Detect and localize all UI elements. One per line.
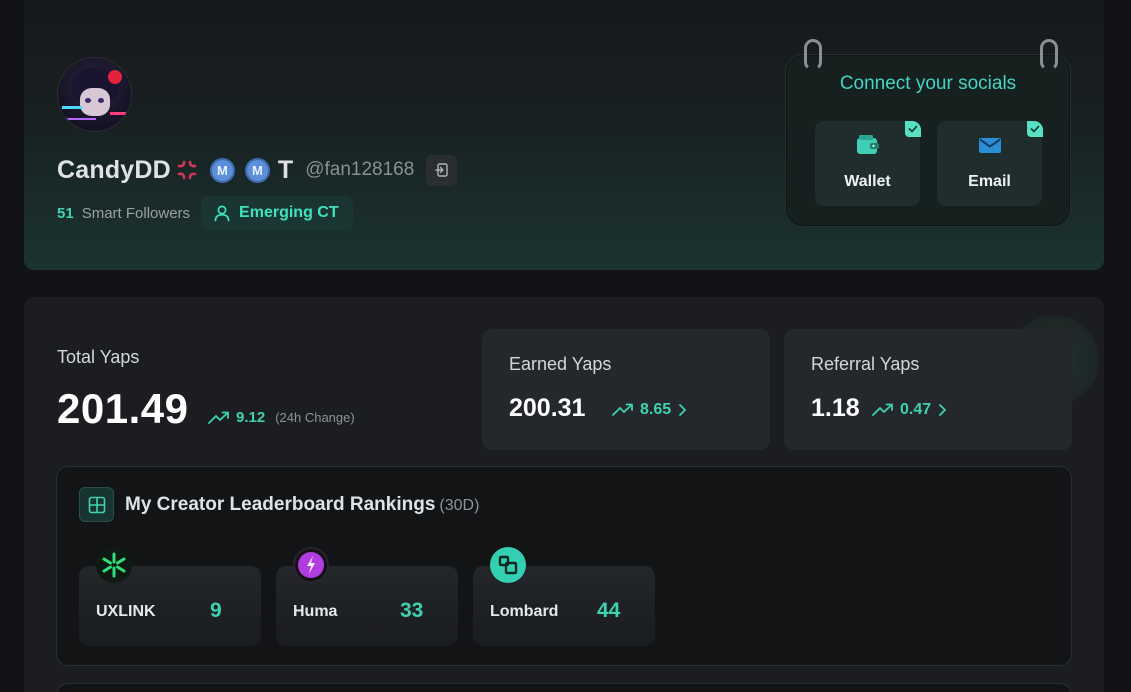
lombard-logo-icon	[490, 547, 526, 583]
rank-card-huma[interactable]: Huma 33	[276, 547, 458, 646]
project-rank: 33	[400, 599, 424, 622]
profile-card: CandyDD M M T @fan128168 51 Smart Follow…	[24, 0, 1104, 270]
rank-card-uxlink[interactable]: UXLINK 9	[79, 547, 261, 646]
tier-badge[interactable]: Emerging CT	[201, 196, 353, 230]
leaderboard-period: (30D)	[439, 497, 480, 514]
email-label: Email	[968, 173, 1011, 190]
smart-followers-count: 51	[57, 204, 74, 222]
total-change-value: 9.12	[236, 409, 266, 426]
m-badge-icon: M	[244, 157, 270, 183]
binder-ring-icon	[1040, 39, 1058, 71]
leaderboard-title: My Creator Leaderboard Rankings (30D)	[125, 494, 479, 516]
earned-yaps-label: Earned Yaps	[509, 354, 612, 374]
trending-up-icon	[208, 411, 229, 424]
layout-grid-icon	[79, 487, 114, 522]
project-name: UXLINK	[96, 603, 156, 620]
uxlink-logo-icon	[96, 547, 132, 583]
tier-label: Emerging CT	[239, 204, 339, 221]
connect-socials-card: Connect your socials Wallet Email	[785, 39, 1071, 227]
user-handle: @fan128168	[305, 159, 415, 180]
referral-yaps-value: 1.18	[811, 394, 860, 422]
smart-followers-label[interactable]: Smart Followers	[82, 205, 190, 222]
wallet-label: Wallet	[844, 173, 891, 190]
wallet-icon	[856, 135, 879, 154]
earned-yaps-box[interactable]: Earned Yaps 200.31 8.65	[482, 329, 770, 450]
name-row: CandyDD M M T @fan128168	[57, 153, 458, 187]
earned-yaps-change[interactable]: 8.65	[612, 401, 687, 419]
total-yaps-value: 201.49	[57, 385, 189, 432]
trending-up-icon	[612, 403, 633, 416]
binder-ring-icon	[804, 39, 822, 71]
chevron-right-icon	[939, 404, 947, 416]
referral-yaps-label: Referral Yaps	[811, 354, 920, 374]
socials-title: Connect your socials	[839, 73, 1017, 94]
angry-symbol-icon	[174, 157, 200, 183]
chevron-right-icon	[679, 404, 687, 416]
huma-logo-icon	[293, 547, 329, 583]
project-rank: 9	[210, 599, 222, 622]
leaderboard-rankings-panel: My Creator Leaderboard Rankings (30D) UXL…	[56, 466, 1072, 666]
referral-change-value: 0.47	[900, 401, 932, 418]
total-yaps-change: 9.12 (24h Change)	[208, 409, 355, 426]
project-name: Huma	[293, 603, 338, 620]
copy-handle-button[interactable]	[426, 154, 458, 186]
next-section-panel	[56, 683, 1072, 692]
check-icon	[1027, 121, 1043, 137]
m-badge-icon: M	[209, 157, 235, 183]
earned-yaps-value: 200.31	[509, 394, 586, 422]
mail-icon	[978, 138, 1001, 153]
referral-yaps-change[interactable]: 0.47	[872, 401, 947, 419]
email-connect-button[interactable]: Email	[937, 121, 1043, 206]
yaps-card: Total Yaps 201.49 9.12 (24h Change) Earn…	[24, 297, 1104, 692]
trending-up-icon	[872, 403, 893, 416]
wallet-connect-button[interactable]: Wallet	[815, 121, 921, 206]
avatar[interactable]	[57, 57, 132, 132]
display-name: CandyDD	[57, 155, 171, 184]
check-icon	[905, 121, 921, 137]
user-icon	[214, 205, 230, 222]
t-letter: T	[277, 155, 294, 184]
copy-icon	[435, 163, 448, 177]
total-change-note: (24h Change)	[275, 410, 355, 425]
referral-yaps-box[interactable]: Referral Yaps 1.18 0.47	[784, 329, 1072, 450]
total-yaps-label: Total Yaps	[57, 347, 140, 367]
earned-change-value: 8.65	[640, 401, 672, 418]
leaderboard-title-text: My Creator Leaderboard Rankings	[125, 494, 436, 515]
project-name: Lombard	[490, 603, 559, 620]
rank-card-lombard[interactable]: Lombard 44	[473, 547, 655, 646]
followers-row: 51 Smart Followers Emerging CT	[57, 196, 353, 230]
project-rank: 44	[597, 599, 621, 622]
